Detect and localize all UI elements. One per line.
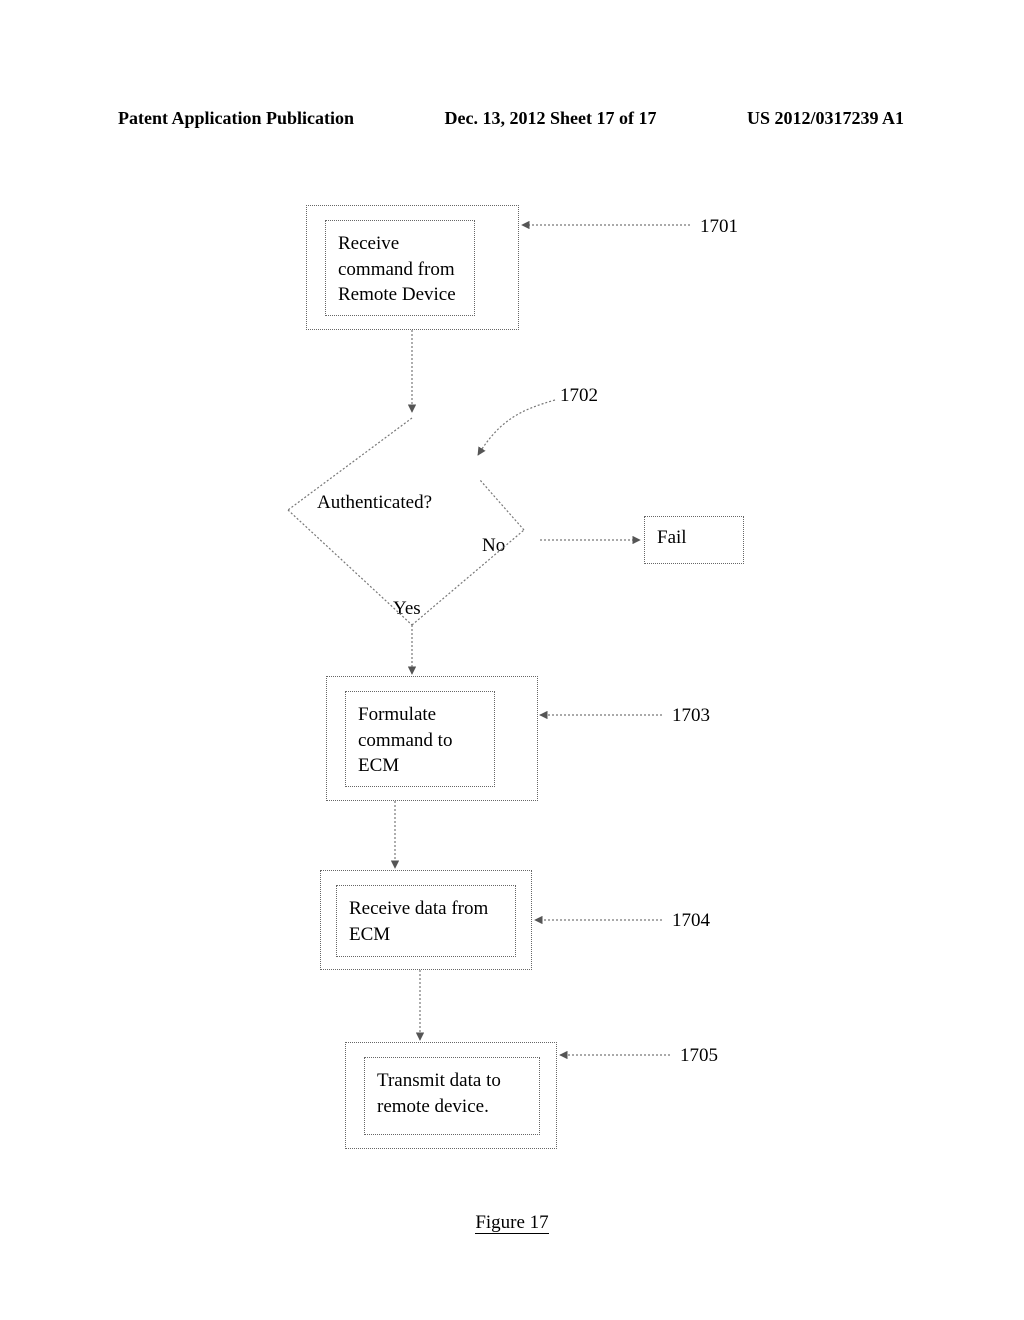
header-right: US 2012/0317239 A1 bbox=[747, 108, 904, 129]
step-receive-data: Receive data from ECM bbox=[336, 885, 516, 957]
step-formulate: Formulate command to ECM bbox=[345, 691, 495, 787]
header-left: Patent Application Publication bbox=[118, 108, 354, 129]
figure-label: Figure 17 bbox=[0, 1212, 1024, 1234]
step-formulate-outer: Formulate command to ECM bbox=[326, 676, 538, 801]
decision-no: No bbox=[482, 535, 505, 557]
step-transmit: Transmit data to remote device. bbox=[364, 1057, 540, 1135]
ref-1705: 1705 bbox=[680, 1045, 718, 1067]
page-header: Patent Application Publication Dec. 13, … bbox=[118, 108, 904, 129]
decision-text: Authenticated? bbox=[317, 492, 432, 514]
ref-1704: 1704 bbox=[672, 910, 710, 932]
step-receive-command-outer: Receive command from Remote Device bbox=[306, 205, 519, 330]
fail-box: Fail bbox=[644, 516, 744, 564]
ref-1703: 1703 bbox=[672, 705, 710, 727]
figure-label-text: Figure 17 bbox=[475, 1212, 548, 1234]
header-mid: Dec. 13, 2012 Sheet 17 of 17 bbox=[445, 108, 657, 129]
step-transmit-outer: Transmit data to remote device. bbox=[345, 1042, 557, 1149]
page: Patent Application Publication Dec. 13, … bbox=[0, 0, 1024, 1320]
step-receive-data-outer: Receive data from ECM bbox=[320, 870, 532, 970]
ref-1701: 1701 bbox=[700, 216, 738, 238]
decision-yes: Yes bbox=[393, 598, 421, 620]
step-receive-command: Receive command from Remote Device bbox=[325, 220, 475, 316]
ref-1702: 1702 bbox=[560, 385, 598, 407]
